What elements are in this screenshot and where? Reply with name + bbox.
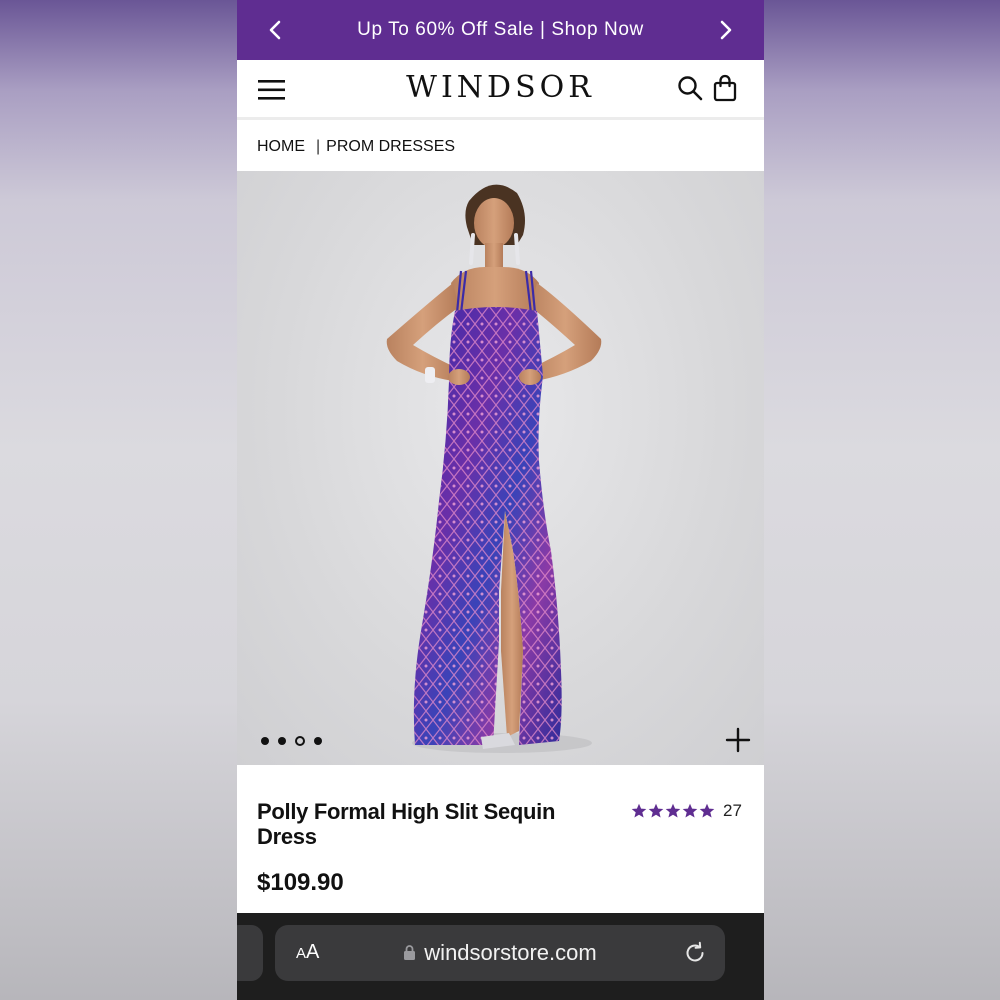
star-rating bbox=[631, 803, 715, 819]
reload-icon[interactable] bbox=[683, 941, 707, 965]
gallery-dot-2[interactable] bbox=[278, 737, 286, 745]
url-display[interactable]: windsorstore.com bbox=[275, 940, 725, 967]
gallery-dot-3-active[interactable] bbox=[295, 736, 305, 746]
breadcrumb: HOME | PROM DRESSES bbox=[237, 123, 764, 171]
promo-text[interactable]: Up To 60% Off Sale | Shop Now bbox=[357, 19, 644, 41]
background-right bbox=[764, 0, 1000, 1000]
product-photo bbox=[386, 184, 602, 753]
product-info: Polly Formal High Slit Sequin Dress 27 $… bbox=[237, 765, 764, 913]
gallery-dot-4[interactable] bbox=[314, 737, 322, 745]
promo-banner[interactable]: Up To 60% Off Sale | Shop Now bbox=[237, 0, 764, 60]
gallery-dot-1[interactable] bbox=[261, 737, 269, 745]
star-icons bbox=[631, 803, 715, 818]
review-count[interactable]: 27 bbox=[723, 801, 742, 821]
product-rating[interactable]: 27 bbox=[631, 801, 742, 821]
breadcrumb-separator: | bbox=[316, 138, 321, 155]
browser-toolbar: AA windsorstore.com bbox=[237, 913, 764, 1000]
address-bar[interactable]: AA windsorstore.com bbox=[275, 925, 725, 981]
plus-icon[interactable] bbox=[725, 727, 751, 753]
site-header: WINDSOR bbox=[237, 60, 764, 120]
gallery-pagination bbox=[261, 736, 322, 746]
shopping-bag-icon[interactable] bbox=[712, 74, 738, 102]
chevron-left-icon[interactable] bbox=[245, 0, 305, 60]
chevron-right-icon[interactable] bbox=[696, 0, 756, 60]
background-left bbox=[0, 0, 237, 1000]
product-price: $109.90 bbox=[257, 869, 344, 896]
product-image-gallery[interactable] bbox=[237, 171, 764, 765]
breadcrumb-home[interactable]: HOME bbox=[257, 138, 305, 156]
breadcrumb-prom-dresses[interactable]: PROM DRESSES bbox=[326, 138, 455, 156]
url-text: windsorstore.com bbox=[424, 940, 597, 965]
search-icon[interactable] bbox=[677, 75, 703, 101]
previous-tab-preview[interactable] bbox=[237, 925, 263, 981]
product-title: Polly Formal High Slit Sequin Dress bbox=[257, 799, 556, 849]
lock-icon bbox=[403, 941, 416, 967]
phone-screen: Up To 60% Off Sale | Shop Now WINDSOR HO… bbox=[237, 0, 764, 1000]
